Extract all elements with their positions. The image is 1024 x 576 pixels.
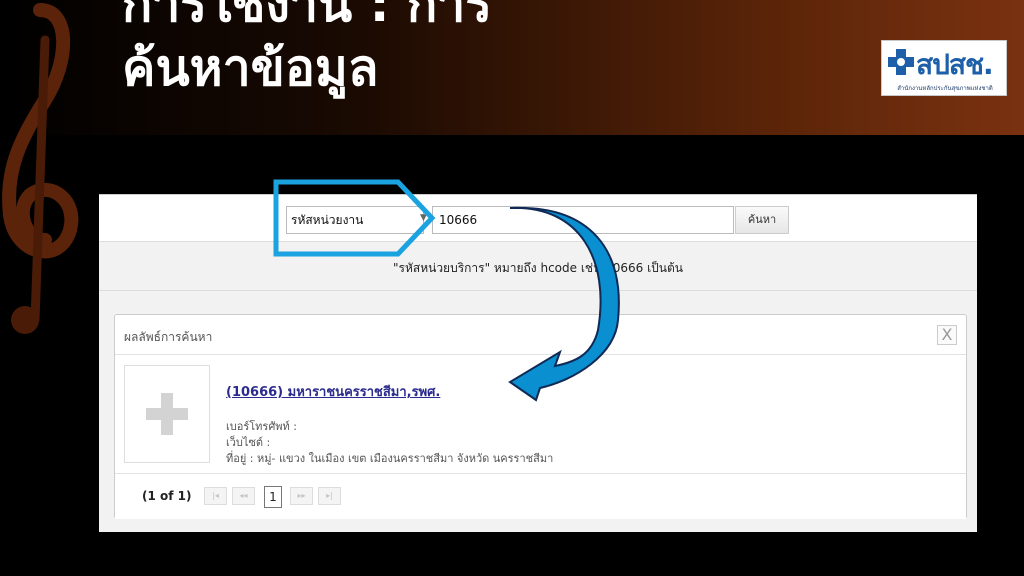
treble-clef-decoration: [2, 3, 79, 334]
results-title: ผลลัพธ์การค้นหา: [124, 330, 213, 344]
search-bar: รหัสหน่วยงาน ▼ 10666 ค้นหา: [99, 195, 977, 242]
divider: [99, 290, 977, 291]
result-address: ที่อยู่ : หมู่- แขวง ในเมือง เขต เมืองนค…: [226, 452, 554, 465]
paginator: (1 of 1) |◂ ◂◂ 1 ▸▸ ▸|: [115, 473, 966, 519]
search-hint: "รหัสหน่วยบริการ" หมายถึง hcode เช่น 106…: [393, 261, 683, 275]
logo-subtitle: สำนักงานหลักประกันสุขภาพแห่งชาติ: [897, 85, 993, 92]
search-input[interactable]: 10666: [432, 206, 734, 234]
search-button[interactable]: ค้นหา: [735, 206, 789, 234]
next-page-button[interactable]: ▸▸: [290, 487, 313, 505]
results-panel: ผลลัพธ์การค้นหา X (10666) มหาราชนครราชสี…: [114, 314, 967, 519]
embedded-screenshot: รหัสหน่วยงาน ▼ 10666 ค้นหา "รหัสหน่วยบริ…: [99, 194, 977, 532]
page-report: (1 of 1): [142, 489, 192, 503]
prev-page-button[interactable]: ◂◂: [232, 487, 255, 505]
result-name-link[interactable]: (10666) มหาราชนครราชสีมา,รพศ.: [226, 381, 440, 402]
search-type-select[interactable]: รหัสหน่วยงาน: [286, 206, 424, 234]
slide-title: การใช้งาน : การ ค้นหาข้อมูล: [122, 0, 822, 100]
plus-icon: [146, 393, 188, 435]
chevron-down-icon[interactable]: ▼: [420, 213, 427, 223]
page-1-button[interactable]: 1: [264, 486, 282, 508]
slide-title-line-1: การใช้งาน : การ: [122, 0, 493, 33]
slide-title-line-2: ค้นหาข้อมูล: [122, 39, 379, 97]
nhso-cross-icon: [888, 49, 914, 75]
close-button[interactable]: X: [937, 325, 957, 345]
logo-name: สปสช.: [916, 48, 994, 81]
nhso-logo: สปสช. สำนักงานหลักประกันสุขภาพแห่งชาติ: [881, 40, 1007, 96]
results-header: ผลลัพธ์การค้นหา X: [115, 315, 966, 355]
first-page-button[interactable]: |◂: [204, 487, 227, 505]
last-page-button[interactable]: ▸|: [318, 487, 341, 505]
result-thumbnail: [124, 365, 210, 463]
